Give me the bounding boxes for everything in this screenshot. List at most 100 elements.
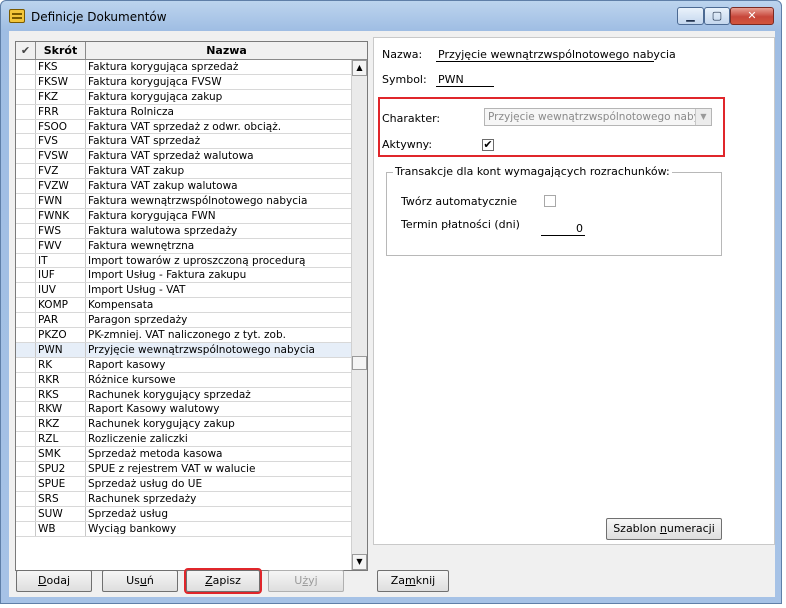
auto-create-checkbox[interactable]: [544, 195, 556, 207]
row-check-cell[interactable]: [16, 462, 36, 476]
scroll-up-arrow-icon[interactable]: ▲: [352, 60, 367, 76]
minimize-button[interactable]: ▁: [677, 7, 704, 25]
row-check-cell[interactable]: [16, 283, 36, 298]
numbering-template-button[interactable]: Szablon numeracji: [606, 518, 722, 540]
table-row[interactable]: RKW Raport Kasowy walutowy: [16, 402, 351, 418]
list-scrollbar[interactable]: ▲ ▼: [351, 60, 367, 570]
row-check-cell[interactable]: [16, 238, 36, 253]
transactions-group: Transakcje dla kont wymagających rozrach…: [386, 165, 722, 256]
row-abbr: RKR: [38, 373, 60, 386]
table-row[interactable]: RZL Rozliczenie zaliczki: [16, 432, 351, 448]
row-check-cell[interactable]: [16, 476, 36, 491]
row-check-cell[interactable]: [16, 134, 36, 149]
row-check-cell[interactable]: [16, 298, 36, 313]
row-check-cell[interactable]: [16, 164, 36, 179]
row-abbr: SPU2: [38, 463, 66, 476]
name-field[interactable]: Przyjęcie wewnątrzwspólnotowego nabycia: [436, 48, 676, 62]
row-check-cell[interactable]: [16, 208, 36, 223]
table-row[interactable]: FSOO Faktura VAT sprzedaż z odwr. obciąż.: [16, 119, 351, 135]
table-row[interactable]: SPU2 SPUE z rejestrem VAT w walucie: [16, 462, 351, 477]
row-check-cell[interactable]: [16, 372, 36, 387]
row-check-cell[interactable]: [16, 402, 36, 417]
row-check-cell[interactable]: [16, 521, 36, 536]
header-name[interactable]: Nazwa: [86, 42, 367, 60]
row-check-cell[interactable]: [16, 387, 36, 402]
column-divider: [85, 372, 86, 387]
table-row[interactable]: FWV Faktura wewnętrzna: [16, 238, 351, 254]
table-row[interactable]: SRS Rachunek sprzedaży: [16, 491, 351, 507]
row-check-cell[interactable]: [16, 149, 36, 164]
table-row[interactable]: RKZ Rachunek korygujący zakup: [16, 417, 351, 433]
table-row[interactable]: SPUE Sprzedaż usług do UE: [16, 476, 351, 492]
table-row[interactable]: FKS Faktura korygująca sprzedaż: [16, 60, 351, 75]
row-check-cell[interactable]: [16, 104, 36, 119]
scroll-thumb[interactable]: [352, 356, 367, 370]
header-abbr[interactable]: Skrót: [36, 42, 86, 60]
row-check-cell[interactable]: [16, 313, 36, 328]
document-list[interactable]: ✔ Skrót Nazwa FKS Faktura korygująca sprz…: [15, 41, 368, 571]
row-check-cell[interactable]: [16, 357, 36, 372]
active-checkbox[interactable]: ✔: [482, 139, 494, 151]
add-button[interactable]: Dodaj: [16, 570, 92, 592]
payment-term-label: Termin płatności (dni): [401, 218, 520, 231]
save-button[interactable]: Zapisz: [184, 568, 262, 594]
table-row[interactable]: SUW Sprzedaż usług: [16, 506, 351, 522]
row-check-cell[interactable]: [16, 268, 36, 283]
table-row[interactable]: IUV Import Usług - VAT: [16, 283, 351, 299]
table-row[interactable]: IUF Import Usług - Faktura zakupu: [16, 268, 351, 284]
row-abbr: SRS: [38, 492, 59, 505]
column-divider: [85, 447, 86, 462]
row-check-cell[interactable]: [16, 506, 36, 521]
table-row[interactable]: FWNK Faktura korygująca FWN: [16, 208, 351, 224]
row-check-cell[interactable]: [16, 223, 36, 238]
table-row[interactable]: FVZW Faktura VAT zakup walutowa: [16, 179, 351, 195]
row-check-cell[interactable]: [16, 194, 36, 208]
table-row[interactable]: FVS Faktura VAT sprzedaż: [16, 134, 351, 150]
table-row[interactable]: PAR Paragon sprzedaży: [16, 313, 351, 329]
column-divider: [85, 328, 86, 342]
close-button[interactable]: Zamknij: [377, 570, 449, 592]
title-bar[interactable]: Definicje Dokumentów ▁ ▢ ✕: [1, 1, 781, 31]
row-check-cell[interactable]: [16, 74, 36, 89]
table-row[interactable]: SMK Sprzedaż metoda kasowa: [16, 447, 351, 463]
row-check-cell[interactable]: [16, 432, 36, 447]
table-row[interactable]: RKR Różnice kursowe: [16, 372, 351, 388]
scroll-down-arrow-icon[interactable]: ▼: [352, 554, 367, 570]
table-row[interactable]: FVZ Faktura VAT zakup: [16, 164, 351, 180]
table-row[interactable]: PWN Przyjęcie wewnątrzwspólnotowego nabyc…: [16, 342, 351, 358]
row-check-cell[interactable]: [16, 342, 36, 357]
table-row[interactable]: FWS Faktura walutowa sprzedaży: [16, 223, 351, 239]
table-row[interactable]: IT Import towarów z uproszczoną procedurą: [16, 253, 351, 269]
maximize-button[interactable]: ▢: [704, 7, 730, 25]
use-button[interactable]: Użyj: [268, 570, 344, 592]
table-row[interactable]: WB Wyciąg bankowy: [16, 521, 351, 537]
row-check-cell[interactable]: [16, 89, 36, 104]
table-row[interactable]: KOMP Kompensata: [16, 298, 351, 314]
row-check-cell[interactable]: [16, 491, 36, 506]
table-row[interactable]: FRR Faktura Rolnicza: [16, 104, 351, 120]
row-check-cell[interactable]: [16, 417, 36, 432]
close-button-label-b: m: [405, 574, 416, 587]
row-name: Rachunek korygujący sprzedaż: [88, 388, 251, 401]
table-row[interactable]: PKZO PK-zmniej. VAT naliczonego z tyt. zo…: [16, 328, 351, 343]
table-row[interactable]: RKS Rachunek korygujący sprzedaż: [16, 387, 351, 403]
table-row[interactable]: FKZ Faktura korygująca zakup: [16, 89, 351, 105]
close-window-button[interactable]: ✕: [730, 7, 774, 25]
header-check-icon[interactable]: ✔: [16, 42, 36, 60]
chevron-down-icon[interactable]: ▼: [695, 109, 711, 125]
payment-term-field[interactable]: 0: [541, 222, 585, 236]
row-check-cell[interactable]: [16, 447, 36, 462]
row-check-cell[interactable]: [16, 328, 36, 342]
table-row[interactable]: RK Raport kasowy: [16, 357, 351, 373]
character-select[interactable]: Przyjęcie wewnątrzwspólnotowego nabycia …: [484, 108, 712, 126]
table-row[interactable]: FWN Faktura wewnątrzwspólnotowego nabycia: [16, 194, 351, 209]
row-check-cell[interactable]: [16, 253, 36, 268]
row-check-cell[interactable]: [16, 119, 36, 134]
table-row[interactable]: FKSW Faktura korygująca FVSW: [16, 74, 351, 90]
row-check-cell[interactable]: [16, 179, 36, 194]
row-check-cell[interactable]: [16, 60, 36, 74]
symbol-field[interactable]: PWN: [436, 73, 494, 87]
table-row[interactable]: FVSW Faktura VAT sprzedaż walutowa: [16, 149, 351, 165]
delete-button[interactable]: Usuń: [102, 570, 178, 592]
column-divider: [85, 194, 86, 208]
